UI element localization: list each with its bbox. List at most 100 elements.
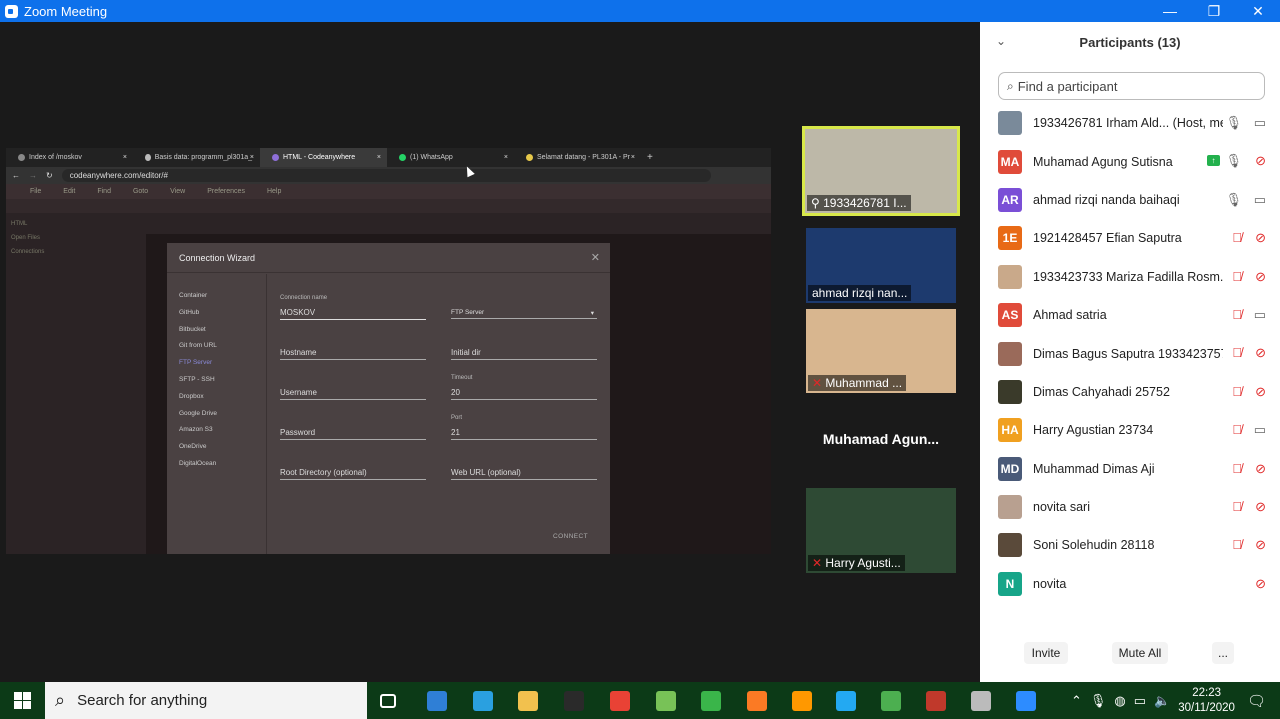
- pin-icon: ⚲: [811, 196, 824, 210]
- microphone-icon[interactable]: 🎙: [1225, 153, 1242, 169]
- video-camera-icon[interactable]: ▭: [1254, 307, 1266, 323]
- video-off-icon[interactable]: ⊘: [1255, 499, 1266, 515]
- taskbar-search[interactable]: ⌕ Search for anything: [45, 682, 367, 719]
- find-participant-input[interactable]: ⌕ Find a participant: [998, 72, 1265, 100]
- participant-row[interactable]: Dimas Cahyahadi 25752 🎙̸ ⊘: [980, 373, 1280, 411]
- root-directory-field: Root Directory (optional): [280, 468, 426, 480]
- muted-microphone-icon[interactable]: 🎙̸: [1232, 230, 1242, 245]
- muted-microphone-icon[interactable]: 🎙̸: [1232, 422, 1242, 437]
- participant-name: ahmad rizqi nanda baihaqi: [1033, 192, 1180, 207]
- more-options-button[interactable]: ...: [1212, 642, 1234, 664]
- ide-menu-item: Goto: [132, 188, 149, 195]
- ide-menu-item: File: [30, 188, 42, 195]
- mute-all-button[interactable]: Mute All: [1112, 642, 1168, 664]
- muted-microphone-icon[interactable]: 🎙̸: [1232, 499, 1242, 514]
- minimize-button[interactable]: —: [1148, 0, 1192, 22]
- collapse-chevron-icon[interactable]: ⌄: [996, 34, 1006, 48]
- restore-button[interactable]: ❐: [1192, 0, 1236, 22]
- video-tile[interactable]: ⚲ 1933426781 I...: [802, 126, 960, 216]
- microphone-icon[interactable]: 🎙: [1225, 115, 1242, 131]
- dialog-nav-item: GitHub: [179, 308, 200, 316]
- video-tile-label: ✕ Harry Agusti...: [808, 555, 905, 571]
- participant-row[interactable]: 1933426781 Irham Ald... (Host, me) 🎙 ▭: [980, 104, 1280, 142]
- participant-avatar: HA: [998, 418, 1022, 443]
- close-button[interactable]: ✕: [1236, 0, 1280, 22]
- video-off-icon[interactable]: ⊘: [1255, 537, 1266, 553]
- video-tile[interactable]: ✕ Harry Agusti...: [806, 488, 956, 573]
- video-off-icon[interactable]: ⊘: [1255, 576, 1266, 592]
- participant-name: 1921428457 Efian Saputra: [1033, 231, 1182, 246]
- zoom-icon[interactable]: [1016, 691, 1036, 711]
- xampp-icon[interactable]: [747, 691, 767, 711]
- android-studio-icon[interactable]: [656, 691, 676, 711]
- participant-avatar: [998, 379, 1022, 404]
- participant-avatar: [998, 341, 1022, 366]
- vscode-icon[interactable]: [836, 691, 856, 711]
- video-tile[interactable]: Muhamad Agun...: [806, 400, 956, 482]
- participant-row[interactable]: MD Muhammad Dimas Aji 🎙̸ ⊘: [980, 450, 1280, 488]
- video-off-icon[interactable]: ⊘: [1255, 269, 1266, 285]
- video-tile[interactable]: ✕ Muhammad ...: [806, 309, 956, 393]
- battery-tray-icon[interactable]: ▭: [1134, 693, 1146, 709]
- video-off-icon[interactable]: ⊘: [1255, 461, 1266, 477]
- dialog-nav-item: Google Drive: [179, 409, 217, 417]
- screen-share-icon: ↑: [1207, 155, 1220, 167]
- notifications-icon[interactable]: 🗨: [1247, 692, 1266, 710]
- timeout-value: 20: [451, 388, 460, 397]
- participant-name: 1933426781 Irham Ald... (Host, me): [1033, 116, 1223, 131]
- store-icon[interactable]: [564, 691, 584, 711]
- video-off-icon[interactable]: ⊘: [1255, 230, 1266, 246]
- muted-microphone-icon[interactable]: 🎙̸: [1232, 537, 1242, 552]
- dialog-nav: Container GitHub Bitbucket Git from URL FTP …: [167, 274, 267, 554]
- connection-wizard-dialog: Connection Wizard ✕ Container GitHub Bitbu…: [167, 243, 610, 554]
- participant-row[interactable]: MA Muhamad Agung Sutisna ↑ 🎙 ⊘: [980, 142, 1280, 180]
- app-tools-icon[interactable]: [971, 691, 991, 711]
- edge-icon[interactable]: [473, 691, 493, 711]
- browser-tab: Selamat datang - PL301A - Pr ×: [514, 148, 641, 167]
- mail-icon[interactable]: [427, 691, 447, 711]
- browser-tab-label: Selamat datang - PL301A - Pr: [537, 154, 630, 161]
- video-off-icon[interactable]: ⊘: [1255, 153, 1266, 169]
- favicon-icon: [399, 154, 406, 161]
- participant-row[interactable]: 1933423733 Mariza Fadilla Rosm... 🎙̸ ⊘: [980, 258, 1280, 296]
- participant-row[interactable]: AS Ahmad satria 🎙̸ ▭: [980, 296, 1280, 334]
- network-tray-icon[interactable]: ◍: [1114, 693, 1125, 709]
- start-button[interactable]: [0, 682, 45, 719]
- taskbar-clock[interactable]: 22:23 30/11/2020: [1178, 686, 1235, 716]
- video-off-icon[interactable]: ⊘: [1255, 384, 1266, 400]
- video-tile[interactable]: ahmad rizqi nan...: [806, 228, 956, 303]
- muted-microphone-icon[interactable]: 🎙̸: [1232, 269, 1242, 284]
- video-camera-icon[interactable]: ▭: [1254, 422, 1266, 438]
- participant-row[interactable]: Soni Solehudin 28118 🎙̸ ⊘: [980, 526, 1280, 564]
- dialog-nav-item: Bitbucket: [179, 325, 206, 333]
- participant-row[interactable]: Nnovita ⊘: [980, 565, 1280, 603]
- app-grid-icon[interactable]: [926, 691, 946, 711]
- microphone-tray-icon[interactable]: 🎙: [1090, 693, 1107, 709]
- muted-microphone-icon[interactable]: 🎙̸: [1232, 461, 1242, 476]
- video-camera-icon[interactable]: ▭: [1254, 192, 1266, 208]
- tray-chevron-icon[interactable]: ⌃: [1071, 693, 1082, 709]
- chrome-icon[interactable]: [610, 691, 630, 711]
- muted-microphone-icon[interactable]: 🎙̸: [1232, 307, 1242, 322]
- file-explorer-icon[interactable]: [518, 691, 538, 711]
- participant-row[interactable]: 1E 1921428457 Efian Saputra 🎙̸ ⊘: [980, 219, 1280, 257]
- app-green-icon[interactable]: [701, 691, 721, 711]
- participant-row[interactable]: novita sari 🎙̸ ⊘: [980, 488, 1280, 526]
- globe-icon[interactable]: [881, 691, 901, 711]
- participant-row[interactable]: Dimas Bagus Saputra 1933423757 🎙̸ ⊘: [980, 334, 1280, 372]
- video-off-icon[interactable]: ⊘: [1255, 345, 1266, 361]
- muted-microphone-icon[interactable]: 🎙̸: [1232, 384, 1242, 399]
- dialog-nav-item: OneDrive: [179, 443, 207, 451]
- participant-row[interactable]: HA Harry Agustian 23734 🎙̸ ▭: [980, 411, 1280, 449]
- window-titlebar: Zoom Meeting — ❐ ✕: [0, 0, 1280, 22]
- video-camera-icon[interactable]: ▭: [1254, 115, 1266, 131]
- muted-microphone-icon[interactable]: 🎙̸: [1232, 345, 1242, 360]
- timeout-label: Timeout: [451, 375, 473, 381]
- participant-row[interactable]: AR ahmad rizqi nanda baihaqi 🎙 ▭: [980, 181, 1280, 219]
- windows-logo-icon: [14, 692, 31, 709]
- task-view-icon[interactable]: [380, 694, 396, 708]
- volume-tray-icon[interactable]: 🔈: [1154, 693, 1170, 709]
- microphone-icon[interactable]: 🎙: [1225, 192, 1242, 208]
- invite-button[interactable]: Invite: [1024, 642, 1068, 664]
- sublime-icon[interactable]: [792, 691, 812, 711]
